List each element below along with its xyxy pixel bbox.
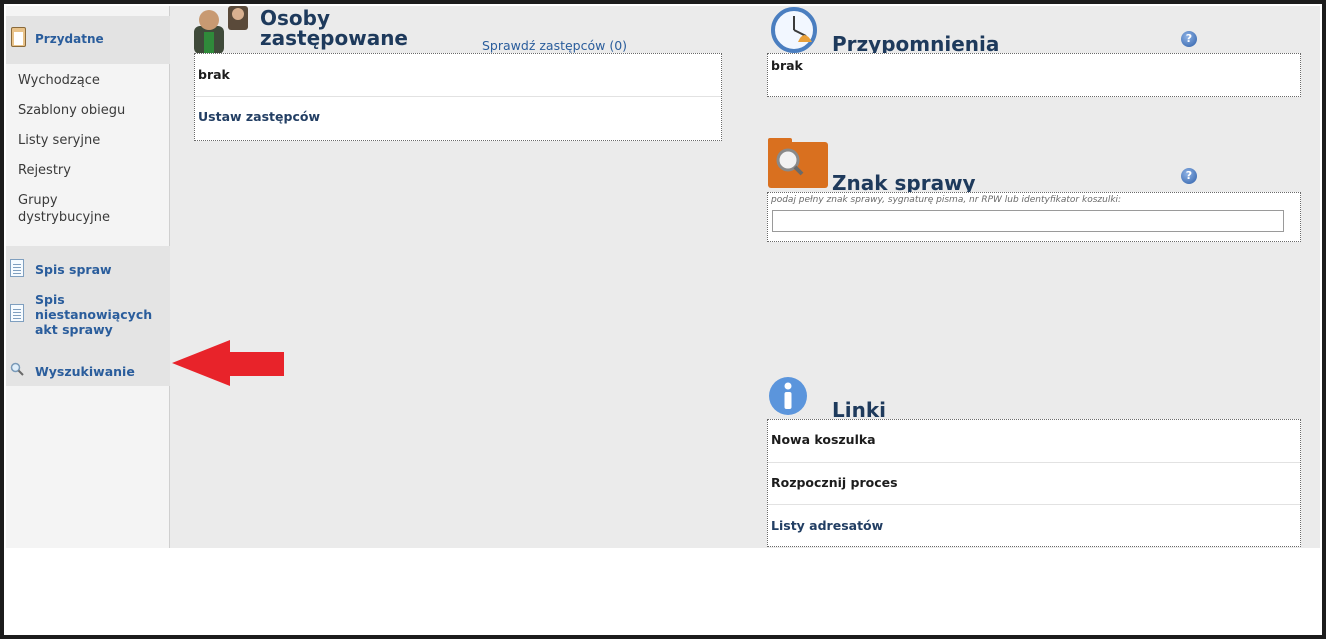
case-sign-title: Znak sprawy: [832, 171, 976, 195]
reminders-empty: brak: [771, 58, 803, 73]
check-substitutes-link[interactable]: Sprawdź zastępców (0): [482, 38, 627, 53]
case-sign-input[interactable]: [772, 210, 1284, 232]
reminders-box: brak: [767, 53, 1301, 97]
links-row: Rozpocznij proces: [768, 463, 1300, 505]
people-icon: [194, 6, 248, 54]
sidebar-link-registers[interactable]: Rejestry: [18, 162, 71, 179]
links-row: Nowa koszulka: [768, 420, 1300, 463]
case-sign-help-icon[interactable]: ?: [1181, 168, 1197, 184]
magnifier-icon: [10, 362, 24, 376]
sidebar-item-search[interactable]: Wyszukiwanie: [35, 364, 135, 379]
link-address-lists[interactable]: Listy adresatów: [771, 518, 883, 533]
case-sign-hint: podaj pełny znak sprawy, sygnaturę pisma…: [771, 195, 1122, 205]
reminders-help-icon[interactable]: ?: [1181, 31, 1197, 47]
case-sign-box: podaj pełny znak sprawy, sygnaturę pisma…: [767, 192, 1301, 242]
sidebar-link-mailing-lists[interactable]: Listy seryjne: [18, 132, 100, 149]
substitutes-row: brak: [195, 54, 721, 97]
sidebar-item-case-list[interactable]: Spis spraw: [35, 262, 112, 277]
links-title: Linki: [832, 398, 886, 422]
document-icon: [10, 259, 24, 277]
reminders-title: Przypomnienia: [832, 32, 1000, 56]
substitutes-box: brak Ustaw zastępców: [194, 53, 722, 141]
link-start-process[interactable]: Rozpocznij proces: [771, 475, 898, 490]
sidebar: Przydatne Wychodzące Szablony obiegu Lis…: [6, 6, 170, 548]
sidebar-box: Spis spraw Spis niestanowiących akt spra…: [6, 246, 170, 386]
sidebar-link-outgoing[interactable]: Wychodzące: [18, 72, 100, 89]
sidebar-item-non-case-files[interactable]: Spis niestanowiących akt sprawy: [35, 292, 163, 337]
info-icon: [769, 377, 807, 415]
folder-search-icon: [768, 138, 828, 188]
substitutes-empty: brak: [198, 67, 230, 82]
link-new-folder[interactable]: Nowa koszulka: [771, 432, 876, 447]
document-icon: [10, 304, 24, 322]
clock-icon: [771, 7, 817, 53]
links-box: Nowa koszulka Rozpocznij proces Listy ad…: [767, 419, 1301, 547]
substitutes-title: Osoby zastępowane: [260, 6, 408, 50]
clipboard-icon: [11, 27, 26, 47]
set-substitutes-link[interactable]: Ustaw zastępców: [198, 109, 320, 124]
sidebar-header-label[interactable]: Przydatne: [35, 32, 104, 46]
sidebar-link-templates[interactable]: Szablony obiegu: [18, 102, 125, 119]
sidebar-header: Przydatne: [6, 16, 170, 64]
sidebar-link-distribution-groups[interactable]: Grupy dystrybucyjne: [18, 192, 118, 226]
red-arrow-icon: [172, 340, 284, 386]
